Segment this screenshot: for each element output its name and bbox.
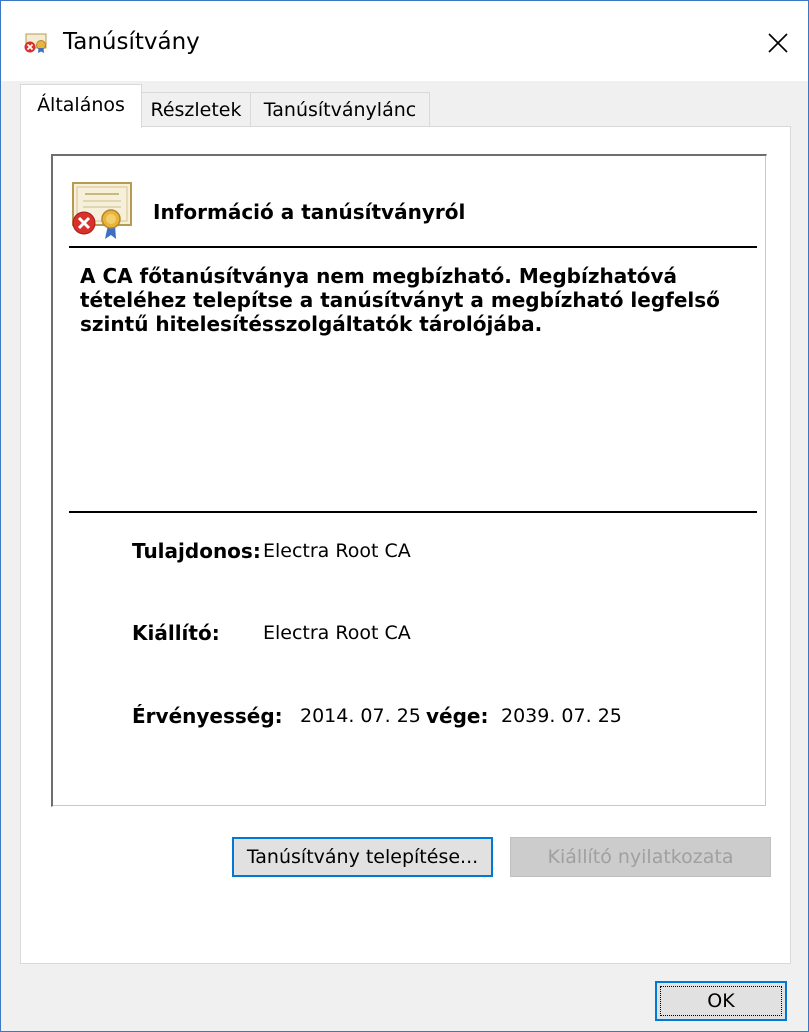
valid-to-value: 2039. 07. 25 [501, 705, 622, 727]
valid-to-label: vége: [426, 704, 489, 728]
tab-general[interactable]: Általános [20, 84, 142, 128]
info-title: Információ a tanúsítványról [153, 200, 466, 224]
window-title: Tanúsítvány [63, 29, 200, 55]
trust-warning-text: A CA főtanúsítványa nem megbízható. Megb… [80, 264, 720, 336]
owner-label: Tulajdonos: [132, 539, 261, 563]
issuer-value: Electra Root CA [263, 622, 411, 644]
install-certificate-button[interactable]: Tanúsítvány telepítése... [232, 837, 493, 877]
title-bar[interactable]: Tanúsítvány [1, 1, 808, 81]
certificate-dialog: Tanúsítvány Általános Részletek Tanúsítv… [0, 0, 809, 1032]
tab-certification-path[interactable]: Tanúsítványlánc [250, 92, 430, 127]
close-button[interactable] [748, 17, 808, 69]
divider [69, 246, 757, 248]
validity-label: Érvényesség: [132, 704, 283, 728]
tab-details[interactable]: Részletek [141, 92, 251, 127]
close-icon [768, 33, 788, 53]
ok-button[interactable]: OK [655, 981, 787, 1021]
issuer-statement-button[interactable]: Kiállító nyilatkozata [510, 837, 771, 877]
owner-value: Electra Root CA [263, 540, 411, 562]
tab-content: Információ a tanúsítványról A CA főtanús… [20, 126, 791, 964]
certificate-info-panel: Információ a tanúsítványról A CA főtanús… [51, 154, 767, 807]
certificate-error-icon [24, 33, 47, 53]
certificate-error-icon [72, 182, 132, 239]
issuer-label: Kiállító: [132, 621, 220, 645]
focus-rectangle [660, 986, 782, 1016]
divider [69, 511, 757, 513]
valid-from-value: 2014. 07. 25 [300, 705, 421, 727]
